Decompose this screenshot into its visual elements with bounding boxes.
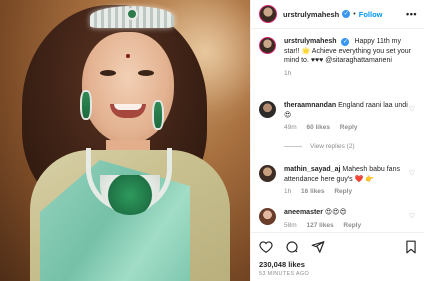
comment-item: theraamnandan England raani laa undi 😍 4… — [259, 101, 419, 133]
caption-age: 1h — [284, 69, 292, 77]
heart-icon[interactable]: ♡ — [409, 169, 415, 177]
photo-earring-left — [80, 90, 92, 120]
comment-icon[interactable] — [285, 240, 299, 254]
photo-teeth — [114, 104, 142, 110]
separator-dot: • — [353, 10, 356, 18]
comment-item: aneemaster 😍😍😍 58m 127 likes Reply ♡ — [259, 208, 419, 230]
comment-text: 😍😍😍 — [324, 209, 347, 216]
post-image[interactable] — [0, 0, 250, 281]
view-replies-button[interactable]: View replies (2) — [284, 143, 355, 150]
comment-reply-button[interactable]: Reply — [334, 188, 352, 195]
comment-reply-button[interactable]: Reply — [343, 222, 361, 229]
post-side-panel: urstrulymahesh ✓ • Follow ••• urstrulyma… — [250, 0, 424, 281]
comment-avatar[interactable] — [259, 101, 276, 118]
photo-eye-right — [138, 70, 154, 76]
post-header: urstrulymahesh ✓ • Follow ••• — [251, 0, 424, 29]
post-timestamp: 53 MINUTES AGO — [259, 271, 310, 277]
heart-icon[interactable]: ♡ — [409, 105, 415, 113]
comment-age: 49m — [284, 124, 297, 131]
author-username[interactable]: urstrulymahesh — [283, 10, 339, 19]
comment-likes[interactable]: 127 likes — [306, 222, 333, 229]
more-options-icon[interactable]: ••• — [406, 9, 417, 19]
caption-username[interactable]: urstrulymahesh — [284, 38, 337, 45]
comment-username[interactable]: aneemaster — [284, 209, 323, 216]
replies-line — [284, 146, 302, 147]
author-avatar[interactable] — [259, 5, 277, 23]
photo-bindi — [126, 54, 130, 58]
caption-avatar[interactable] — [259, 37, 276, 54]
heart-icon[interactable] — [259, 240, 273, 254]
comment-likes[interactable]: 16 likes — [301, 188, 325, 195]
post-caption: urstrulymahesh ✓ Happy 11th my star!! 🌟 … — [259, 37, 419, 78]
comment-age: 58m — [284, 221, 297, 229]
heart-icon[interactable]: ♡ — [409, 212, 415, 220]
verified-badge-icon: ✓ — [341, 38, 350, 46]
comment-username[interactable]: mathin_sayad_aj — [284, 166, 340, 173]
comment-item: mathin_sayad_aj Mahesh babu fans attenda… — [259, 165, 419, 197]
photo-earring-right — [152, 100, 164, 130]
bookmark-icon[interactable] — [405, 240, 417, 254]
verified-badge-icon: ✓ — [342, 10, 351, 18]
comment-avatar[interactable] — [259, 165, 276, 182]
photo-tiara-gem — [126, 8, 138, 20]
post-actions: 230,048 likes 53 MINUTES AGO — [251, 232, 424, 281]
comment-avatar[interactable] — [259, 208, 276, 225]
likes-count[interactable]: 230,048 likes — [259, 260, 305, 269]
view-replies-label: View replies (2) — [310, 143, 355, 150]
share-icon[interactable] — [311, 240, 325, 254]
comment-likes[interactable]: 60 likes — [306, 124, 330, 131]
comment-age: 1h — [284, 188, 292, 195]
follow-button[interactable]: Follow — [359, 10, 383, 19]
comment-username[interactable]: theraamnandan — [284, 102, 336, 109]
comment-reply-button[interactable]: Reply — [340, 124, 358, 131]
photo-eye-left — [100, 70, 116, 76]
